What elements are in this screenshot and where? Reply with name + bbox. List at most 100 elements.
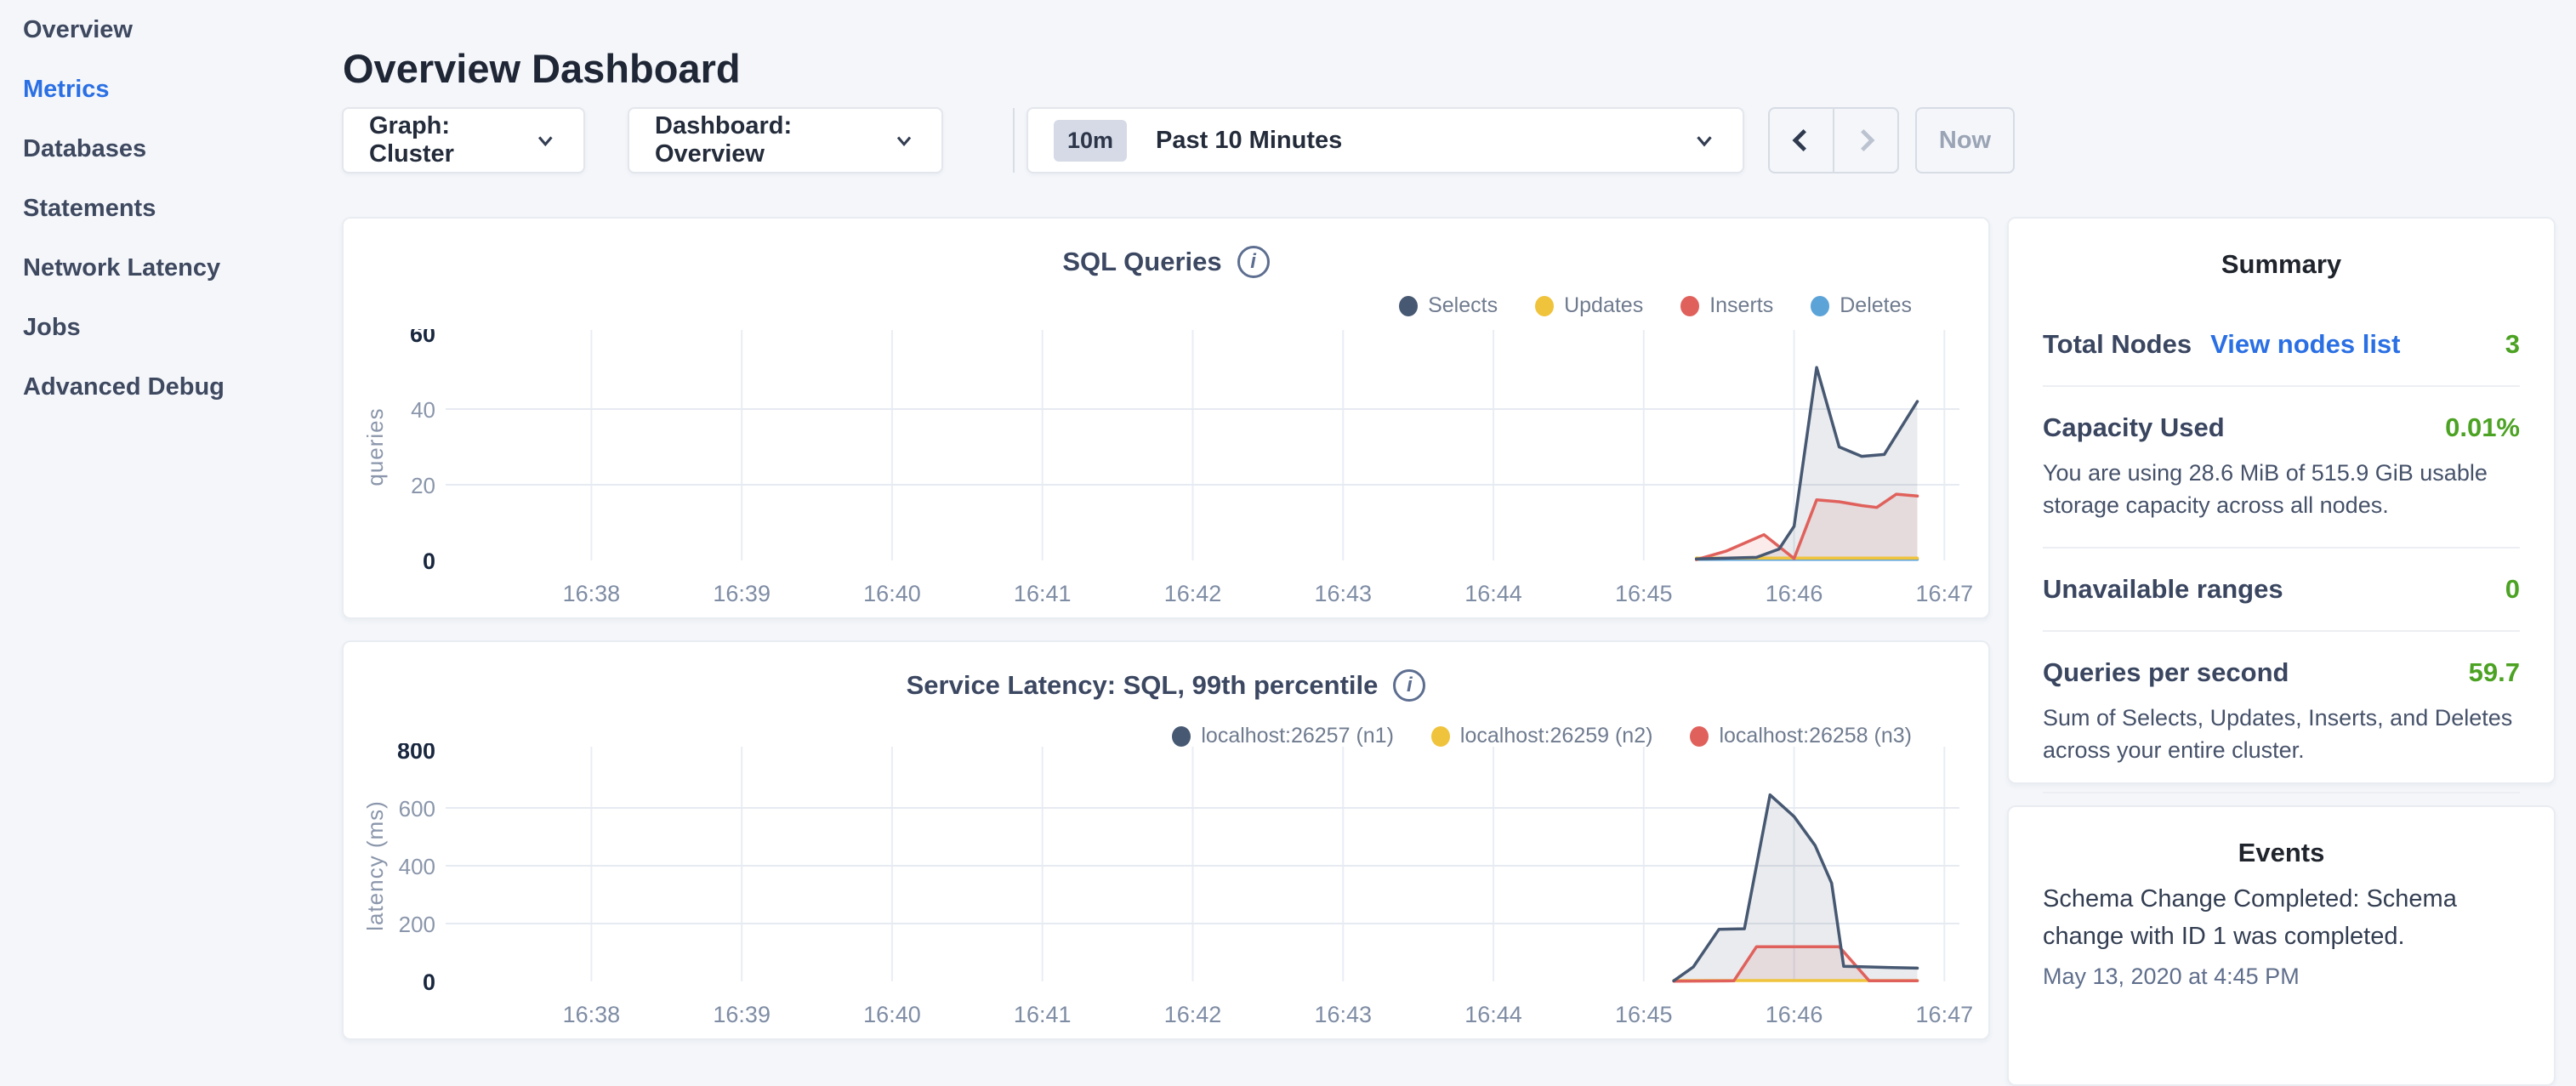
svg-text:16:38: 16:38 (563, 581, 621, 606)
sql-queries-chart-card: SQL Queries i Selects Updates Inserts Delet… (342, 217, 1990, 619)
graph-scope-dropdown[interactable]: Graph: Cluster (342, 107, 585, 173)
sidebar-item-metrics[interactable]: Metrics (0, 60, 340, 119)
svg-text:16:41: 16:41 (1014, 581, 1072, 606)
chart-title-sql-queries: SQL Queries (1062, 247, 1221, 277)
event-timestamp: May 13, 2020 at 4:45 PM (2043, 964, 2520, 990)
summary-panel: Summary Total Nodes View nodes list 3 Ca… (2007, 217, 2556, 784)
time-back-button[interactable] (1770, 109, 1834, 172)
svg-text:16:47: 16:47 (1916, 1002, 1974, 1027)
chevron-down-icon (892, 128, 916, 153)
time-range-dropdown[interactable]: 10m Past 10 Minutes (1026, 107, 1744, 173)
legend-label: Inserts (1709, 293, 1773, 318)
svg-text:queries: queries (362, 407, 388, 486)
sql-queries-legend: Selects Updates Inserts Deletes (1399, 293, 1912, 318)
dashboard-dropdown[interactable]: Dashboard: Overview (628, 107, 943, 173)
chart-plot-svg: 0 200 400 600 800 16:38 16:39 16:40 16:41 16:42 16… (344, 743, 1992, 1039)
info-icon[interactable]: i (1237, 246, 1270, 278)
summary-row-unavailable-ranges: Unavailable ranges 0 (2043, 549, 2520, 632)
chevron-right-icon (1851, 126, 1880, 155)
svg-text:16:44: 16:44 (1464, 1002, 1522, 1027)
info-icon[interactable]: i (1393, 669, 1425, 702)
svg-text:16:44: 16:44 (1464, 581, 1522, 606)
chart-title-service-latency: Service Latency: SQL, 99th percentile (907, 670, 1379, 701)
svg-text:40: 40 (411, 397, 435, 423)
summary-label: Queries per second (2043, 657, 2289, 688)
summary-row-total-nodes: Total Nodes View nodes list 3 (2043, 280, 2520, 387)
svg-text:16:39: 16:39 (713, 1002, 771, 1027)
service-latency-chart: 0 200 400 600 800 16:38 16:39 16:40 16:41 16:42 16… (344, 743, 1992, 1043)
svg-text:latency (ms): latency (ms) (362, 800, 388, 931)
summary-label: Total Nodes (2043, 329, 2192, 360)
svg-text:20: 20 (411, 473, 435, 498)
sidebar-item-advanced-debug[interactable]: Advanced Debug (0, 357, 340, 417)
toolbar-divider (1013, 108, 1015, 173)
svg-text:60: 60 (410, 329, 435, 347)
time-range-label: Past 10 Minutes (1156, 127, 1342, 155)
svg-text:400: 400 (399, 854, 435, 879)
svg-text:16:46: 16:46 (1766, 581, 1823, 606)
svg-text:16:43: 16:43 (1314, 1002, 1372, 1027)
svg-text:0: 0 (423, 549, 435, 574)
summary-title: Summary (2009, 219, 2554, 280)
events-panel: Events Schema Change Completed: Schema c… (2007, 805, 2556, 1086)
service-latency-chart-card: Service Latency: SQL, 99th percentile i … (342, 640, 1990, 1040)
svg-text:16:47: 16:47 (1916, 581, 1974, 606)
svg-text:16:46: 16:46 (1766, 1002, 1823, 1027)
chevron-down-icon (533, 128, 558, 153)
summary-label: Unavailable ranges (2043, 574, 2283, 605)
event-message[interactable]: Schema Change Completed: Schema change w… (2043, 880, 2520, 955)
legend-label: Deletes (1840, 293, 1912, 318)
chart-plot-svg: 0 20 40 60 16:38 16:39 16:40 16:41 16:42 16:43 16:… (344, 329, 1992, 614)
sidebar-item-statements[interactable]: Statements (0, 179, 340, 238)
summary-description: Sum of Selects, Updates, Inserts, and De… (2043, 702, 2520, 766)
svg-text:0: 0 (423, 969, 435, 995)
svg-text:16:45: 16:45 (1615, 1002, 1673, 1027)
legend-dot-icon (1680, 296, 1699, 316)
time-range-badge: 10m (1054, 120, 1127, 162)
legend-item: Selects (1399, 293, 1498, 318)
legend-item: Inserts (1680, 293, 1773, 318)
svg-text:600: 600 (399, 796, 435, 822)
page-title: Overview Dashboard (343, 45, 741, 92)
svg-text:800: 800 (397, 743, 435, 764)
sidebar-item-databases[interactable]: Databases (0, 119, 340, 179)
legend-label: Selects (1428, 293, 1498, 318)
summary-value: 3 (2505, 329, 2520, 360)
sidebar-item-jobs[interactable]: Jobs (0, 298, 340, 357)
svg-text:16:42: 16:42 (1164, 1002, 1222, 1027)
svg-text:16:41: 16:41 (1014, 1002, 1072, 1027)
summary-value: 0 (2505, 574, 2520, 605)
svg-text:16:38: 16:38 (563, 1002, 621, 1027)
svg-text:16:43: 16:43 (1314, 581, 1372, 606)
chevron-down-icon (1692, 128, 1717, 153)
svg-text:200: 200 (399, 912, 435, 937)
legend-dot-icon (1811, 296, 1829, 316)
summary-label: Capacity Used (2043, 412, 2225, 443)
sidebar: Overview Metrics Databases Statements Ne… (0, 0, 340, 1051)
svg-text:16:42: 16:42 (1164, 581, 1222, 606)
legend-dot-icon (1399, 296, 1418, 316)
summary-description: You are using 28.6 MiB of 515.9 GiB usab… (2043, 457, 2520, 521)
sidebar-item-network-latency[interactable]: Network Latency (0, 238, 340, 298)
summary-row-queries-per-second: Queries per second 59.7 Sum of Selects, … (2043, 632, 2520, 793)
legend-label: Updates (1564, 293, 1643, 318)
legend-item: Deletes (1811, 293, 1912, 318)
summary-value: 59.7 (2469, 657, 2520, 688)
summary-row-capacity-used: Capacity Used 0.01% You are using 28.6 M… (2043, 387, 2520, 549)
sidebar-item-overview[interactable]: Overview (0, 0, 340, 60)
svg-text:16:45: 16:45 (1615, 581, 1673, 606)
graph-scope-label: Graph: Cluster (369, 112, 533, 168)
legend-item: Updates (1535, 293, 1643, 318)
svg-text:16:40: 16:40 (863, 1002, 921, 1027)
events-title: Events (2009, 807, 2554, 868)
dashboard-label: Dashboard: Overview (655, 112, 892, 168)
time-pager (1768, 107, 1899, 173)
legend-dot-icon (1535, 296, 1554, 316)
sql-queries-chart: 0 20 40 60 16:38 16:39 16:40 16:41 16:42 16:43 16:… (344, 329, 1992, 618)
now-button[interactable]: Now (1915, 107, 2015, 173)
time-forward-button[interactable] (1834, 109, 1897, 172)
view-nodes-list-link[interactable]: View nodes list (2210, 329, 2400, 360)
summary-value: 0.01% (2445, 412, 2520, 443)
svg-text:16:39: 16:39 (713, 581, 771, 606)
svg-text:16:40: 16:40 (863, 581, 921, 606)
